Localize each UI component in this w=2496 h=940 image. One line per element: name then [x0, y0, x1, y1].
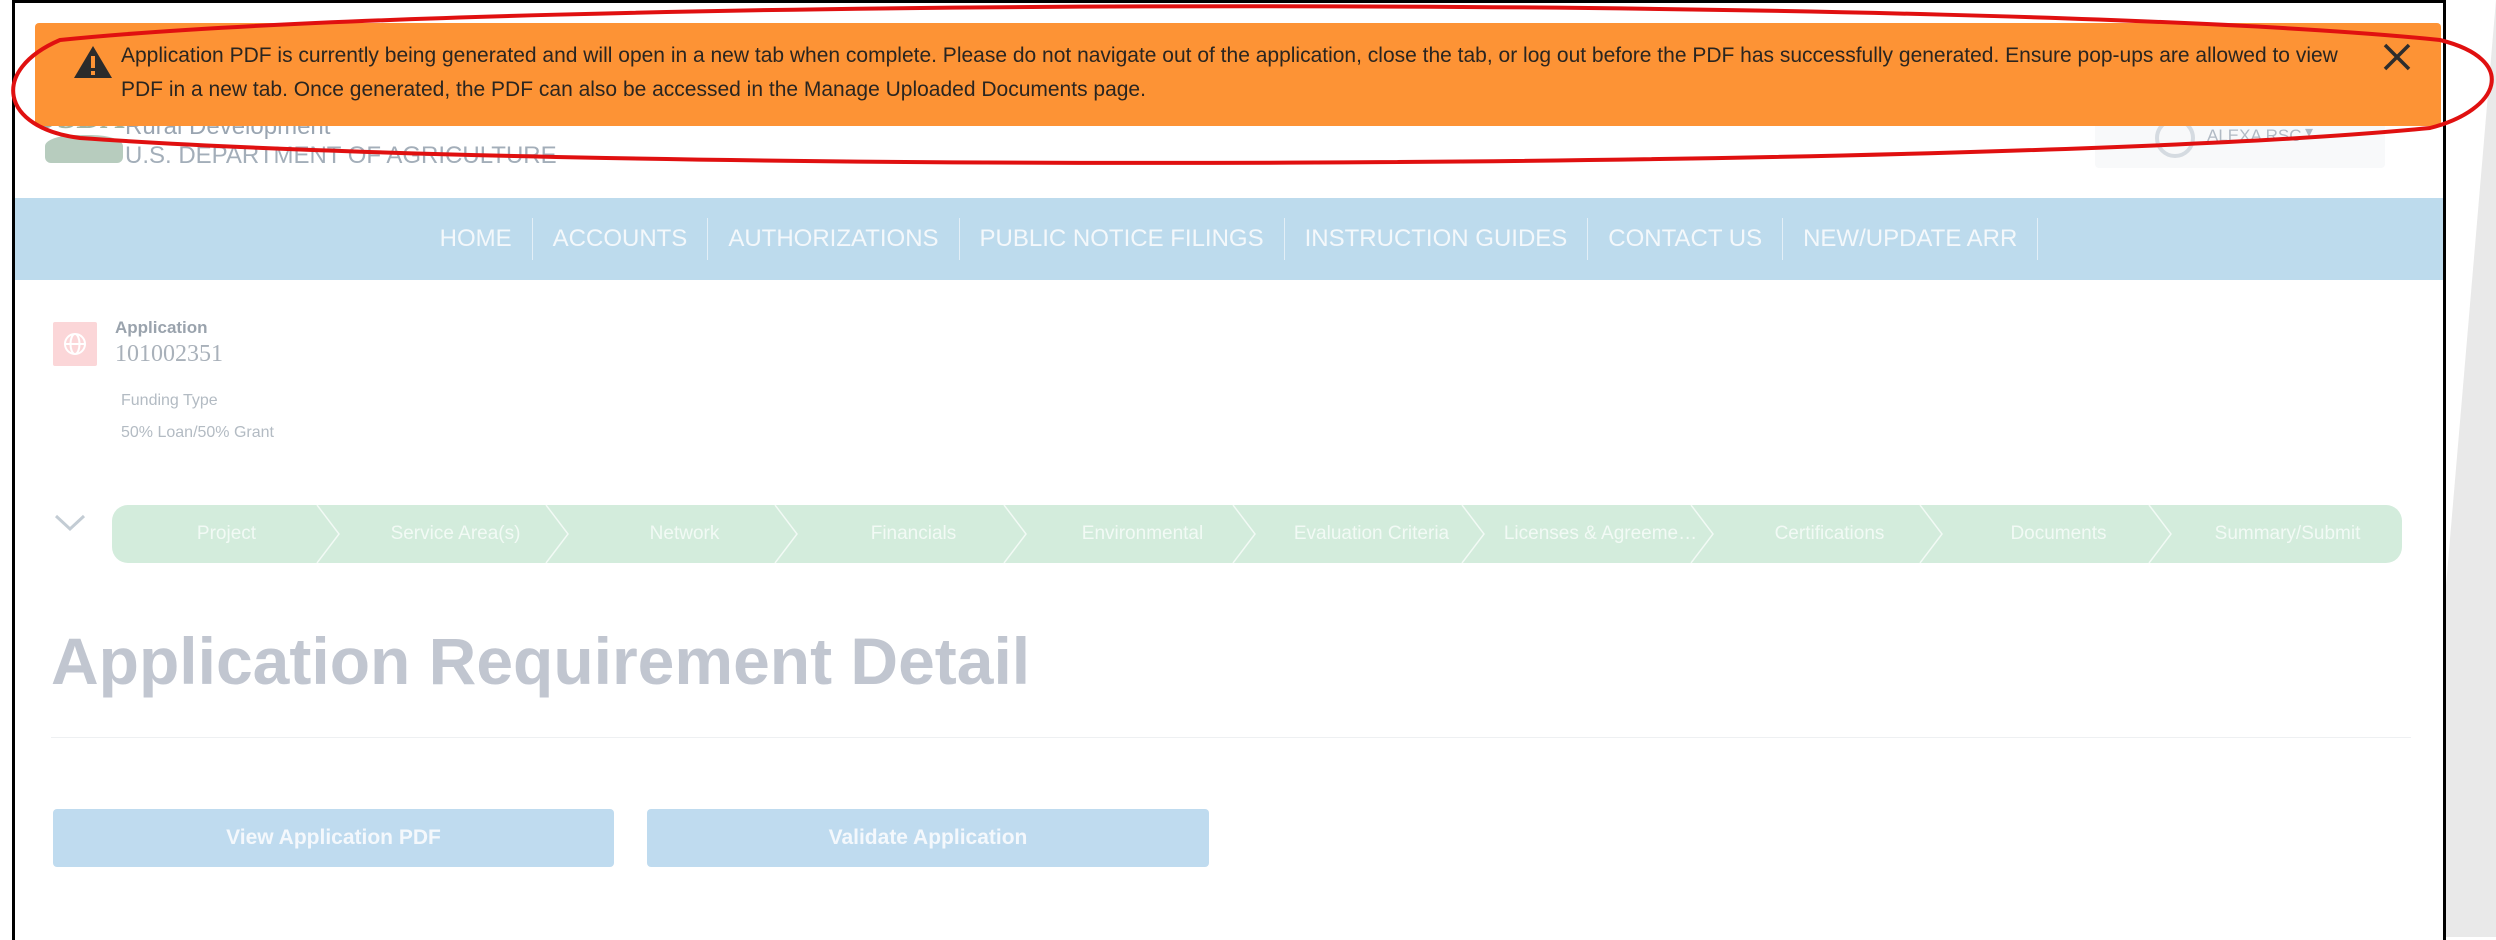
step-summary-submit[interactable]: Summary/Submit — [2173, 505, 2402, 563]
application-number: 101002351 — [115, 341, 223, 367]
step-service-areas[interactable]: Service Area(s) — [341, 505, 570, 563]
usda-logo-stripe — [45, 135, 123, 163]
step-divider-icon — [545, 505, 569, 563]
step-licenses-agreements[interactable]: Licenses & Agreeme… — [1486, 505, 1715, 563]
title-divider — [51, 737, 2411, 738]
step-environmental[interactable]: Environmental — [1028, 505, 1257, 563]
pdf-generation-alert: Application PDF is currently being gener… — [35, 23, 2441, 126]
step-evaluation-criteria[interactable]: Evaluation Criteria — [1257, 505, 1486, 563]
application-steps: Project Service Area(s) Network Financia… — [112, 505, 2402, 563]
nav-item-authorizations[interactable]: AUTHORIZATIONS — [708, 218, 960, 260]
step-divider-icon — [1003, 505, 1027, 563]
step-divider-icon — [1232, 505, 1256, 563]
page-title: Application Requirement Detail — [51, 624, 1031, 698]
step-label: Project — [196, 523, 257, 544]
step-label: Service Area(s) — [390, 523, 521, 544]
close-icon[interactable] — [2375, 37, 2419, 81]
nav-item-home[interactable]: HOME — [420, 218, 533, 260]
step-label: Evaluation Criteria — [1293, 523, 1450, 544]
step-label: Licenses & Agreeme… — [1503, 523, 1698, 544]
main-nav: HOME ACCOUNTS AUTHORIZATIONS PUBLIC NOTI… — [15, 198, 2443, 280]
step-documents[interactable]: Documents — [1944, 505, 2173, 563]
globe-icon — [53, 322, 97, 366]
step-certifications[interactable]: Certifications — [1715, 505, 1944, 563]
step-label: Summary/Submit — [2214, 523, 2361, 544]
chevron-down-icon[interactable] — [53, 508, 93, 548]
step-divider-icon — [316, 505, 340, 563]
step-divider-icon — [1919, 505, 1943, 563]
step-label: Documents — [2010, 523, 2107, 544]
view-application-pdf-button[interactable]: View Application PDF — [53, 809, 614, 867]
step-financials[interactable]: Financials — [799, 505, 1028, 563]
step-project[interactable]: Project — [112, 505, 341, 563]
app-window: USDA Rural Development U.S. DEPARTMENT O… — [12, 0, 2446, 940]
step-label: Certifications — [1774, 523, 1885, 544]
warning-icon — [74, 46, 112, 78]
step-divider-icon — [1690, 505, 1714, 563]
nav-item-contact-us[interactable]: CONTACT US — [1588, 218, 1784, 260]
alert-message: Application PDF is currently being gener… — [121, 44, 2338, 101]
step-divider-icon — [774, 505, 798, 563]
nav-item-accounts[interactable]: ACCOUNTS — [533, 218, 709, 260]
step-label: Environmental — [1081, 523, 1204, 544]
step-network[interactable]: Network — [570, 505, 799, 563]
application-label: Application — [115, 318, 208, 337]
funding-type-value: 50% Loan/50% Grant — [121, 424, 274, 441]
step-label: Network — [649, 523, 720, 544]
nav-item-instruction-guides[interactable]: INSTRUCTION GUIDES — [1285, 218, 1589, 260]
nav-item-public-notice-filings[interactable]: PUBLIC NOTICE FILINGS — [960, 218, 1285, 260]
user-name: ALEXA RSC — [2207, 126, 2302, 145]
funding-type-label: Funding Type — [121, 392, 218, 409]
step-divider-icon — [1461, 505, 1485, 563]
validate-application-button[interactable]: Validate Application — [647, 809, 1209, 867]
nav-item-new-update-arr[interactable]: NEW/UPDATE ARR — [1783, 218, 2039, 260]
department-name: U.S. DEPARTMENT OF AGRICULTURE — [125, 142, 557, 169]
step-label: Financials — [870, 523, 957, 544]
step-divider-icon — [2148, 505, 2172, 563]
